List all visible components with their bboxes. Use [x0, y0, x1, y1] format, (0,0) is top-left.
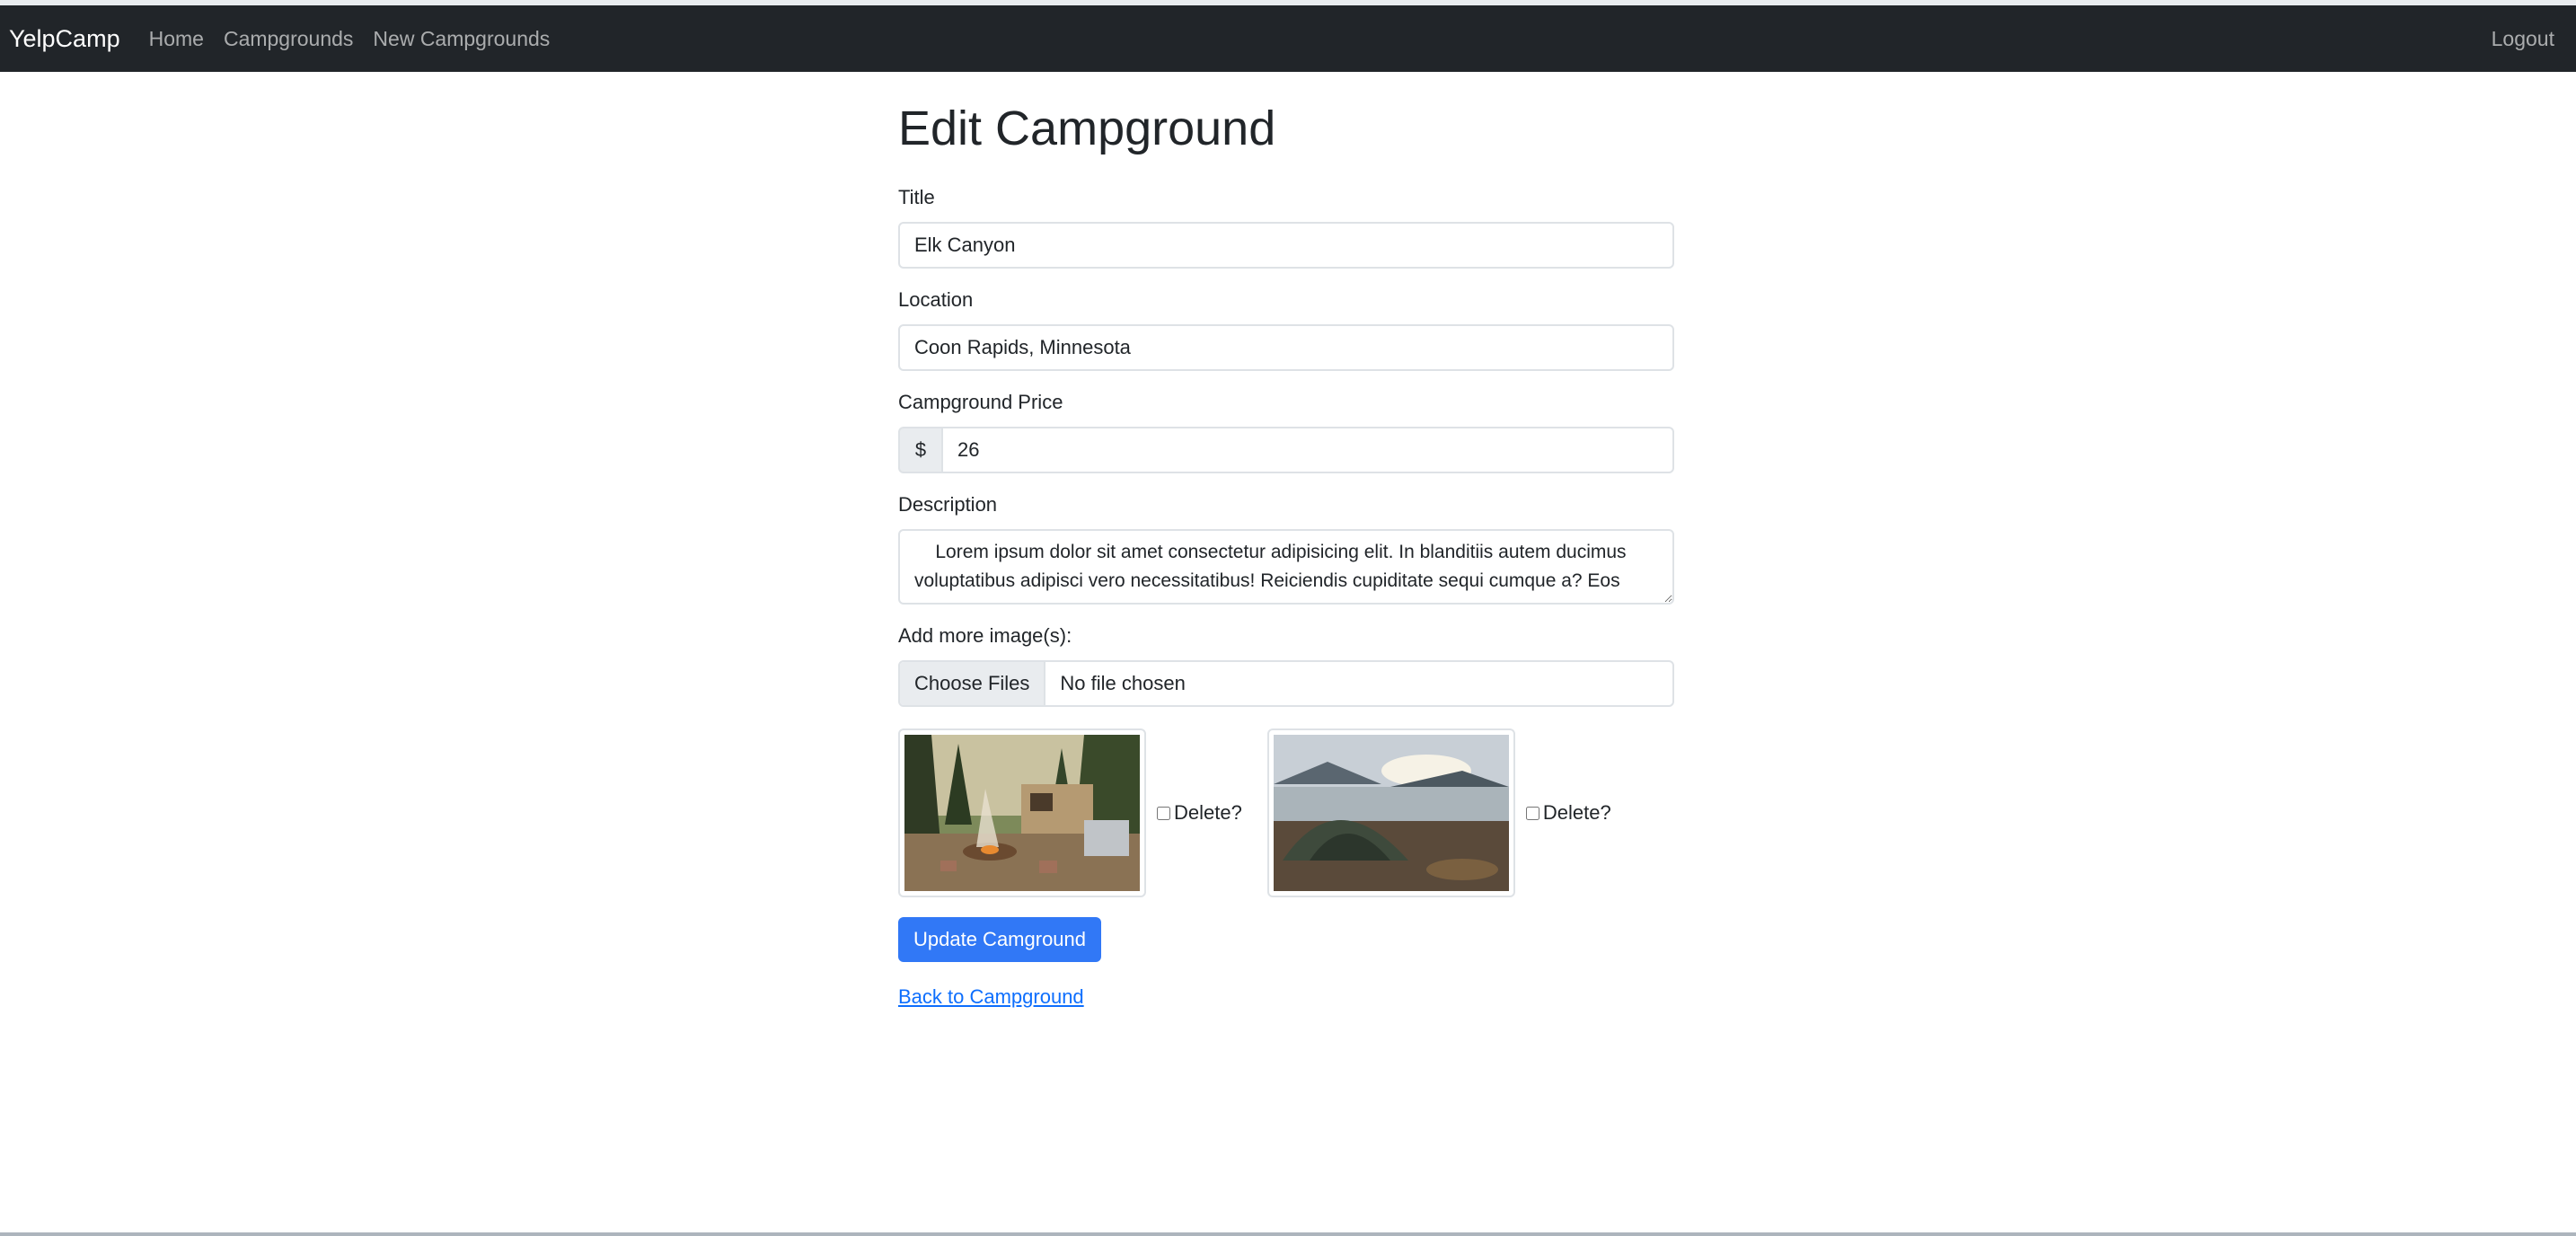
file-input[interactable]: Choose Files No file chosen: [898, 660, 1674, 708]
nav-home[interactable]: Home: [149, 27, 204, 51]
delete-label: Delete?: [1542, 801, 1611, 825]
delete-label: Delete?: [1174, 801, 1242, 825]
delete-checkbox[interactable]: [1157, 806, 1170, 820]
images-label: Add more image(s):: [898, 624, 1072, 648]
page-title: Edit Campground: [898, 102, 1276, 155]
dollar-prefix: $: [898, 427, 941, 474]
title-input[interactable]: [898, 222, 1674, 269]
description-group: Description Lorem ipsum dolor sit amet c…: [898, 493, 1674, 605]
existing-images: Delete? Delete?: [898, 728, 1674, 898]
navbar: YelpCamp Home Campgrounds New Campground…: [0, 5, 2576, 72]
bottom-rule: [0, 1232, 2576, 1236]
title-label: Title: [898, 186, 935, 209]
file-status: No file chosen: [1060, 672, 1186, 695]
price-label: Campground Price: [898, 391, 1063, 414]
location-group: Location: [898, 288, 1674, 372]
image-item: Delete?: [898, 728, 1242, 898]
nav-new-campgrounds[interactable]: New Campgrounds: [373, 27, 550, 51]
tent-lake-picture: [1273, 735, 1509, 892]
price-input-group: $: [898, 427, 1674, 474]
edit-form: Edit Campground Title Location Campgroun…: [898, 72, 1674, 1009]
description-label: Description: [898, 493, 998, 516]
title-group: Title: [898, 186, 1674, 269]
location-input[interactable]: [898, 324, 1674, 372]
brand-logo[interactable]: YelpCamp: [9, 25, 120, 53]
back-to-campground-link[interactable]: Back to Campground: [898, 985, 1674, 1009]
location-label: Location: [898, 288, 974, 312]
choose-files-button[interactable]: Choose Files: [900, 662, 1046, 706]
campfire-camper-image: [898, 728, 1146, 898]
nav-campgrounds[interactable]: Campgrounds: [224, 27, 353, 51]
nav-logout[interactable]: Logout: [2492, 27, 2554, 51]
price-group: Campground Price $: [898, 391, 1674, 474]
description-textarea[interactable]: Lorem ipsum dolor sit amet consectetur a…: [898, 529, 1674, 605]
tent-lake-image: [1266, 728, 1515, 898]
campfire-camper-picture: [904, 735, 1140, 892]
update-campground-button[interactable]: Update Camground: [898, 917, 1102, 963]
images-group: Add more image(s): Choose Files No file …: [898, 624, 1674, 708]
price-input[interactable]: [941, 427, 1674, 474]
image-item: Delete?: [1266, 728, 1611, 898]
delete-checkbox[interactable]: [1525, 806, 1539, 820]
